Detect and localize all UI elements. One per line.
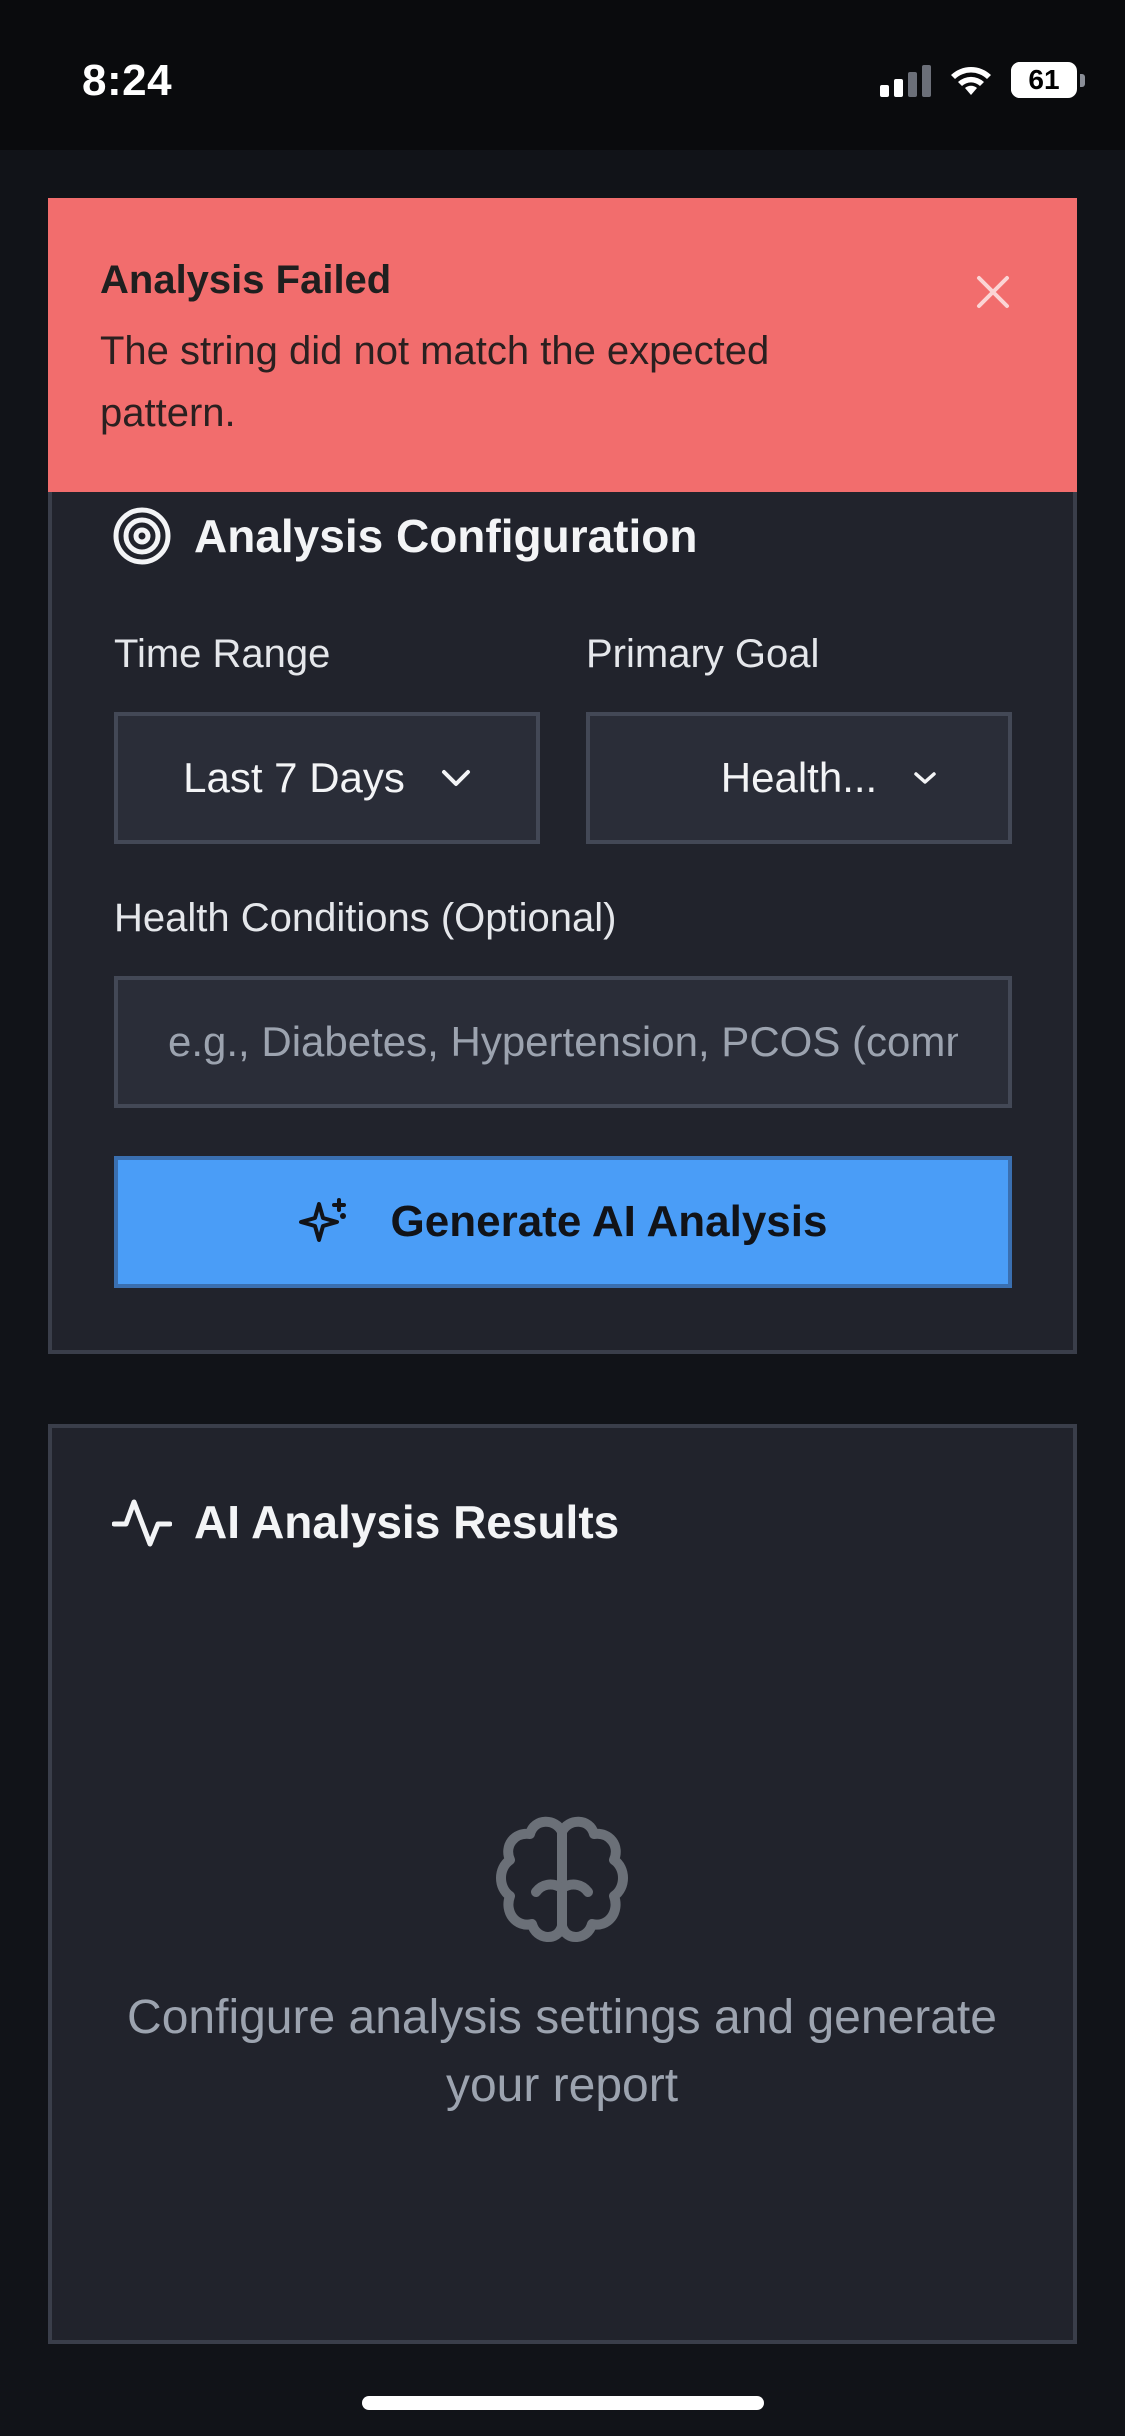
config-header: Analysis Configuration [112,506,697,566]
sparkles-icon [298,1198,346,1242]
health-conditions-input[interactable] [114,976,1012,1108]
primary-goal-label: Primary Goal [586,632,820,676]
primary-goal-value: Health... [720,754,878,801]
generate-button-label: Generate AI Analysis [390,1197,828,1246]
time-range-value: Last 7 Days [183,754,405,801]
primary-goal-select[interactable]: Health... [586,712,1012,844]
close-icon[interactable] [975,274,1011,310]
status-bar: 8:24 61 [0,0,1125,150]
health-conditions-label: Health Conditions (Optional) [114,896,617,940]
wifi-icon [951,67,991,95]
battery-level: 61 [1028,64,1060,95]
toast-message: The string did not match the expected pa… [100,329,770,435]
brain-icon [496,1816,628,1942]
activity-icon [112,1499,172,1547]
error-toast: Analysis Failed The string did not match… [48,198,1077,492]
signal-icon [880,63,931,97]
target-icon [113,507,171,565]
status-icons: 61 [880,62,1085,98]
time-range-select[interactable]: Last 7 Days [114,712,540,844]
time-range-label: Time Range [114,632,331,676]
toast-title: Analysis Failed [100,258,392,302]
status-time: 8:24 [82,56,173,105]
results-header: AI Analysis Results [112,1492,619,1552]
chevron-down-icon [914,772,936,784]
chevron-down-icon [441,770,470,786]
battery-icon: 61 [1011,62,1085,98]
results-title: AI Analysis Results [194,1496,620,1548]
empty-state-text: Configure analysis settings and generate… [127,1991,997,2112]
home-indicator [362,2396,764,2410]
config-title: Analysis Configuration [194,510,698,562]
generate-ai-analysis-button[interactable]: Generate AI Analysis [114,1156,1012,1288]
